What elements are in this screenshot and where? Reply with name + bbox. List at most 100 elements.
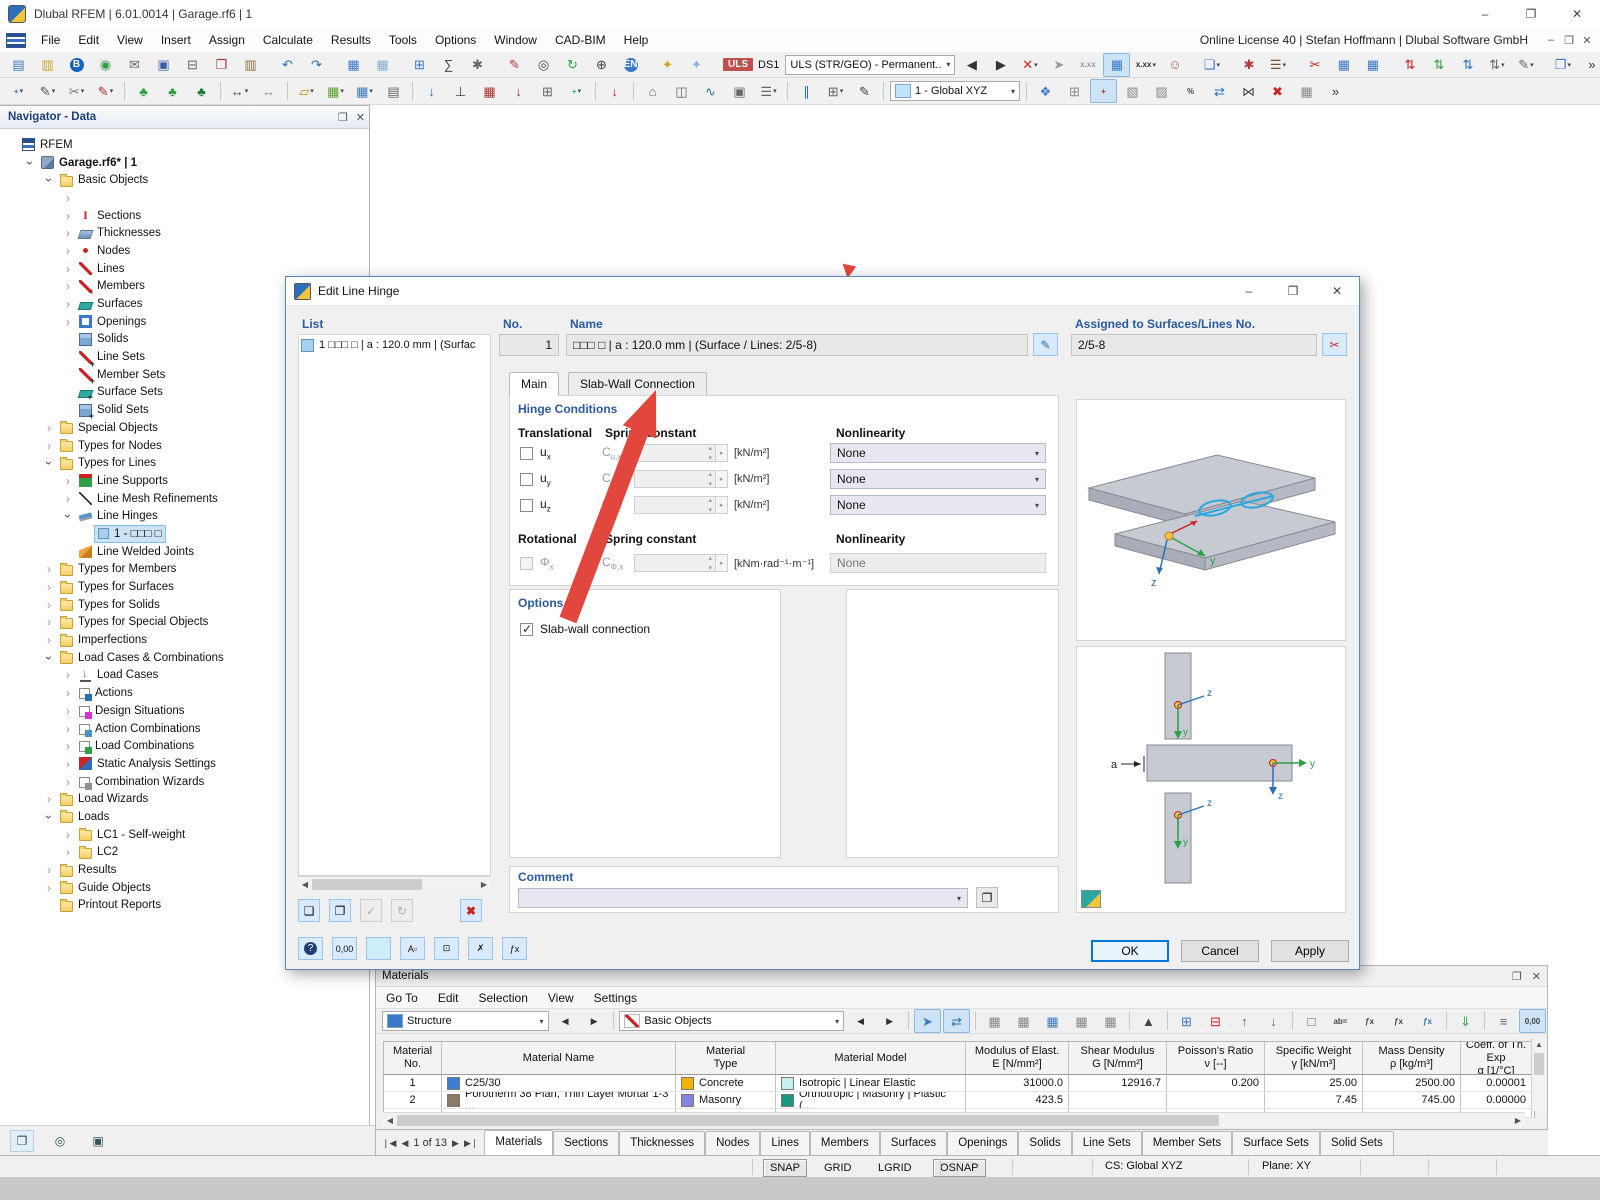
column-header-kn-m[interactable]: Specific Weight γ [kN/m³] (1265, 1042, 1363, 1074)
tab-slab-wall-connection[interactable]: Slab-Wall Connection (568, 372, 707, 395)
nonlinearity-select-uz[interactable]: None ▾ (830, 495, 1046, 515)
trim-objects-icon[interactable]: ✂ ▾ (63, 79, 90, 103)
column-header-e-n-mm[interactable]: Modulus of Elast. E [N/mm²] (966, 1042, 1069, 1074)
menu-tools[interactable]: Tools (380, 28, 426, 52)
table-grid-2-icon[interactable]: ▦ (1010, 1009, 1037, 1033)
checkbox-ux[interactable] (520, 446, 533, 460)
navigator-close-icon[interactable]: ✕ (356, 111, 365, 124)
solid-view-1-icon[interactable]: ▧ (1119, 79, 1146, 103)
load-generator-icon[interactable]: ⊞ (534, 79, 561, 103)
doc-restore-icon[interactable]: ❐ (1560, 34, 1578, 47)
dimension-2-icon[interactable]: ↔ (255, 79, 282, 103)
table-tab-thicknesses[interactable]: Thicknesses (619, 1131, 706, 1155)
materials-v-scrollbar[interactable]: ▲ (1531, 1038, 1546, 1111)
select-pointer-icon[interactable]: ➤ (1045, 53, 1072, 77)
menu-window[interactable]: Window (485, 28, 546, 52)
menu-results[interactable]: Results (322, 28, 380, 52)
dialog-close-icon[interactable]: ✕ (1315, 277, 1359, 305)
panel-control-icon[interactable]: ☰ ▾ (755, 79, 782, 103)
tree-item-nodes[interactable]: › Nodes (0, 242, 369, 260)
ok-button[interactable]: OK (1091, 940, 1169, 962)
row-delete-icon[interactable]: ⊟ (1202, 1009, 1229, 1033)
user-view-icon[interactable]: ☺ (1161, 53, 1188, 77)
send-mail-icon[interactable]: ✉ (121, 53, 148, 77)
materials-menu-view[interactable]: View (538, 991, 584, 1005)
spring-constant-input-ux[interactable] (634, 444, 716, 462)
minimize-icon[interactable]: – (1462, 0, 1508, 28)
apply-to-view-icon[interactable]: ⊡ (434, 937, 459, 960)
close-icon[interactable]: ✕ (1554, 0, 1600, 28)
doc-minimize-icon[interactable]: – (1542, 34, 1560, 47)
column-header-[interactable]: Poisson's Ratio ν [--] (1167, 1042, 1265, 1074)
next-page-icon[interactable]: ▶ (452, 1138, 459, 1149)
regenerate-icon[interactable]: ↻ (559, 53, 586, 77)
table-grid-5-icon[interactable]: ▦ (1097, 1009, 1124, 1033)
apply-button[interactable]: Apply (1271, 940, 1349, 962)
spring-constant-input-uy[interactable] (634, 470, 716, 488)
edit-objects-icon[interactable]: ✎ ▾ (34, 79, 61, 103)
objects-prev-icon[interactable]: ◀ (847, 1009, 874, 1033)
doc-close-icon[interactable]: ✕ (1578, 34, 1596, 47)
tree-item-garage-rf6-1[interactable]: › Garage.rf6* | 1 (0, 154, 369, 172)
generate-tree-2-icon[interactable]: ♣ (159, 79, 186, 103)
generated-node-1-icon[interactable]: ✦ (654, 53, 681, 77)
delete-hinge-icon[interactable]: ✖ (460, 899, 482, 922)
mesh-generate-icon[interactable]: ▦ ▾ (322, 79, 349, 103)
new-window-icon[interactable]: ❏ ▾ (1198, 53, 1225, 77)
panel-toggle-icon[interactable]: ❐ (10, 1129, 34, 1152)
list-h-scrollbar[interactable]: ◀ ▶ (298, 876, 491, 891)
nodal-load-icon[interactable]: ↓ (418, 79, 445, 103)
prev-page-icon[interactable]: ◀ (401, 1138, 408, 1149)
edit-mode-icon[interactable]: ✎ (501, 53, 528, 77)
formula-icon[interactable]: ƒx (502, 937, 527, 960)
assigned-surfaces-field[interactable]: 2/5-8 (1071, 334, 1317, 356)
spring-constant-input-uz[interactable] (634, 496, 716, 514)
dimension-1-icon[interactable]: ↔ ▾ (226, 79, 253, 103)
decimal-places-icon[interactable]: 0,00 (1518, 1009, 1546, 1033)
structure-combo[interactable]: Structure ▾ (382, 1011, 549, 1031)
menu-edit[interactable]: Edit (69, 28, 108, 52)
export-icon[interactable]: ❐ (208, 53, 235, 77)
surface-generate-icon[interactable]: ▱ ▾ (293, 79, 320, 103)
table-row[interactable]: 1 C25/30 Concrete Isotropic | Linear Elasti… (384, 1075, 1534, 1092)
load-wizard-icon[interactable]: + ▾ (563, 79, 590, 103)
help-icon[interactable]: ? (298, 937, 323, 960)
table-tab-openings[interactable]: Openings (947, 1131, 1019, 1155)
table-tab-lines[interactable]: Lines (760, 1131, 810, 1155)
table-grid-3-icon[interactable]: ▦ (1039, 1009, 1066, 1033)
print-icon[interactable]: ⊟ (179, 53, 206, 77)
result-table-2-icon[interactable]: ▦ (1359, 53, 1386, 77)
row-down-icon[interactable]: ↓ (1260, 1009, 1287, 1033)
nonlinearity-select-ux[interactable]: None ▾ (830, 443, 1046, 463)
dialog-title-bar[interactable]: Edit Line Hinge – ❐ ✕ (286, 277, 1359, 306)
column-header-g-n-mm[interactable]: Shear Modulus G [N/mm²] (1069, 1042, 1167, 1074)
select-lines-icon[interactable]: ✂ (1322, 333, 1347, 356)
column-header-kg-m[interactable]: Mass Density ρ [kg/m³] (1363, 1042, 1461, 1074)
table-tab-surface-sets[interactable]: Surface Sets (1232, 1131, 1320, 1155)
sort-z-icon[interactable]: ⇅ (1454, 53, 1481, 77)
guide-grid-icon[interactable]: ⊞ ▾ (822, 79, 849, 103)
tree-item-sections[interactable]: ›Sections (0, 207, 369, 225)
structure-prev-icon[interactable]: ◀ (552, 1009, 579, 1033)
mesh-settings-icon[interactable]: ▤ (380, 79, 407, 103)
table-tab-solid-sets[interactable]: Solid Sets (1319, 1131, 1394, 1155)
preview-settings-icon[interactable] (1081, 890, 1101, 908)
guide-lines-icon[interactable]: ∥ (793, 79, 820, 103)
table-grid-4-icon[interactable]: ▦ (1068, 1009, 1095, 1033)
coordinate-system-status[interactable]: CS: Global XYZ (1105, 1160, 1183, 1172)
frame-view-2-icon[interactable]: ◫ (668, 79, 695, 103)
list-item[interactable]: 1 □□□ □ | a : 120.0 mm | (Surfac (299, 335, 490, 355)
select-special-icon[interactable]: + ▾ (5, 79, 32, 103)
generated-node-2-icon[interactable]: ✦ (683, 53, 710, 77)
dlubal-web-icon[interactable]: ◉ (92, 53, 119, 77)
menu-assign[interactable]: Assign (200, 28, 254, 52)
menu-help[interactable]: Help (615, 28, 658, 52)
comment-combobox[interactable]: ▾ (518, 888, 968, 908)
list-view-icon[interactable]: ≡ (1490, 1009, 1517, 1033)
maximize-icon[interactable]: ❐ (1508, 0, 1554, 28)
work-plane-status[interactable]: Plane: XY (1262, 1160, 1311, 1172)
row-up-icon[interactable]: ↑ (1231, 1009, 1258, 1033)
select-sync-icon[interactable]: ⇄ (942, 1009, 970, 1033)
percent-display-icon[interactable]: % (1177, 79, 1204, 103)
toggle-snap[interactable]: SNAP (763, 1159, 807, 1177)
